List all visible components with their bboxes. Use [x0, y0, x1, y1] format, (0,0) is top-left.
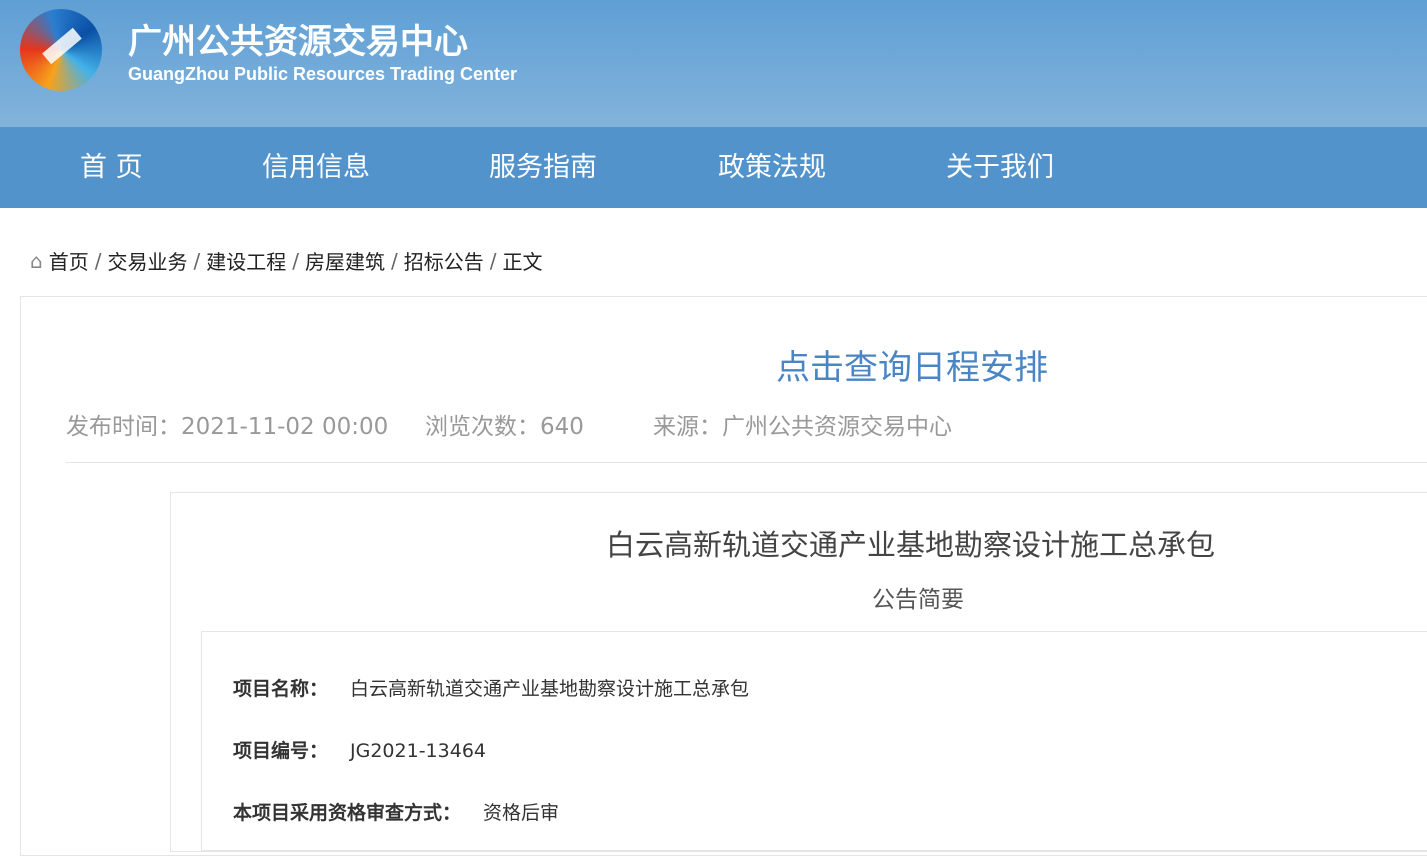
site-header: 广州公共资源交易中心 GuangZhou Public Resources Tr…: [0, 0, 1427, 127]
site-title-cn: 广州公共资源交易中心: [128, 22, 468, 62]
field-project-name: 项目名称： 白云高新轨道交通产业基地勘察设计施工总承包: [233, 674, 749, 701]
crumb-home[interactable]: 首页: [49, 246, 89, 275]
field-label: 本项目采用资格审查方式：: [233, 802, 462, 824]
nav-home[interactable]: 首 页: [80, 127, 143, 208]
schedule-link[interactable]: 点击查询日程安排: [776, 340, 1048, 389]
crumb-current: 正文: [502, 250, 543, 274]
home-icon: ⌂: [30, 248, 43, 273]
field-project-code: 项目编号： JG2021-13464: [233, 736, 486, 763]
crumb-housing[interactable]: 房屋建筑: [305, 246, 385, 275]
field-review-method: 本项目采用资格审查方式： 资格后审: [233, 798, 559, 825]
main-nav: 首 页 信用信息 服务指南 政策法规 关于我们: [0, 127, 1427, 208]
field-label: 项目编号：: [233, 740, 329, 762]
crumb-trading[interactable]: 交易业务: [107, 246, 187, 275]
field-label: 项目名称：: [233, 678, 329, 700]
divider: [66, 462, 1427, 463]
source: 来源：广州公共资源交易中心: [653, 414, 952, 440]
crumb-tender[interactable]: 招标公告: [404, 246, 484, 275]
crumb-construction[interactable]: 建设工程: [206, 246, 286, 275]
breadcrumb: ⌂ 首页 / 交易业务 / 建设工程 / 房屋建筑 / 招标公告 / 正文: [30, 246, 542, 275]
nav-about[interactable]: 关于我们: [946, 127, 1054, 208]
notice-subtitle: 公告简要: [872, 587, 964, 613]
nav-policy[interactable]: 政策法规: [718, 127, 826, 208]
publish-time: 发布时间：2021-11-02 00:00: [66, 414, 389, 440]
field-value: 资格后审: [483, 802, 560, 824]
field-value: 白云高新轨道交通产业基地勘察设计施工总承包: [350, 678, 750, 700]
notice-title: 白云高新轨道交通产业基地勘察设计施工总承包: [606, 528, 1216, 562]
logo-icon[interactable]: [20, 9, 102, 91]
site-title-en: GuangZhou Public Resources Trading Cente…: [128, 64, 518, 84]
nav-guide[interactable]: 服务指南: [489, 127, 597, 208]
field-value: JG2021-13464: [350, 740, 486, 762]
nav-credit[interactable]: 信用信息: [262, 127, 370, 208]
view-count: 浏览次数：640: [425, 414, 584, 440]
